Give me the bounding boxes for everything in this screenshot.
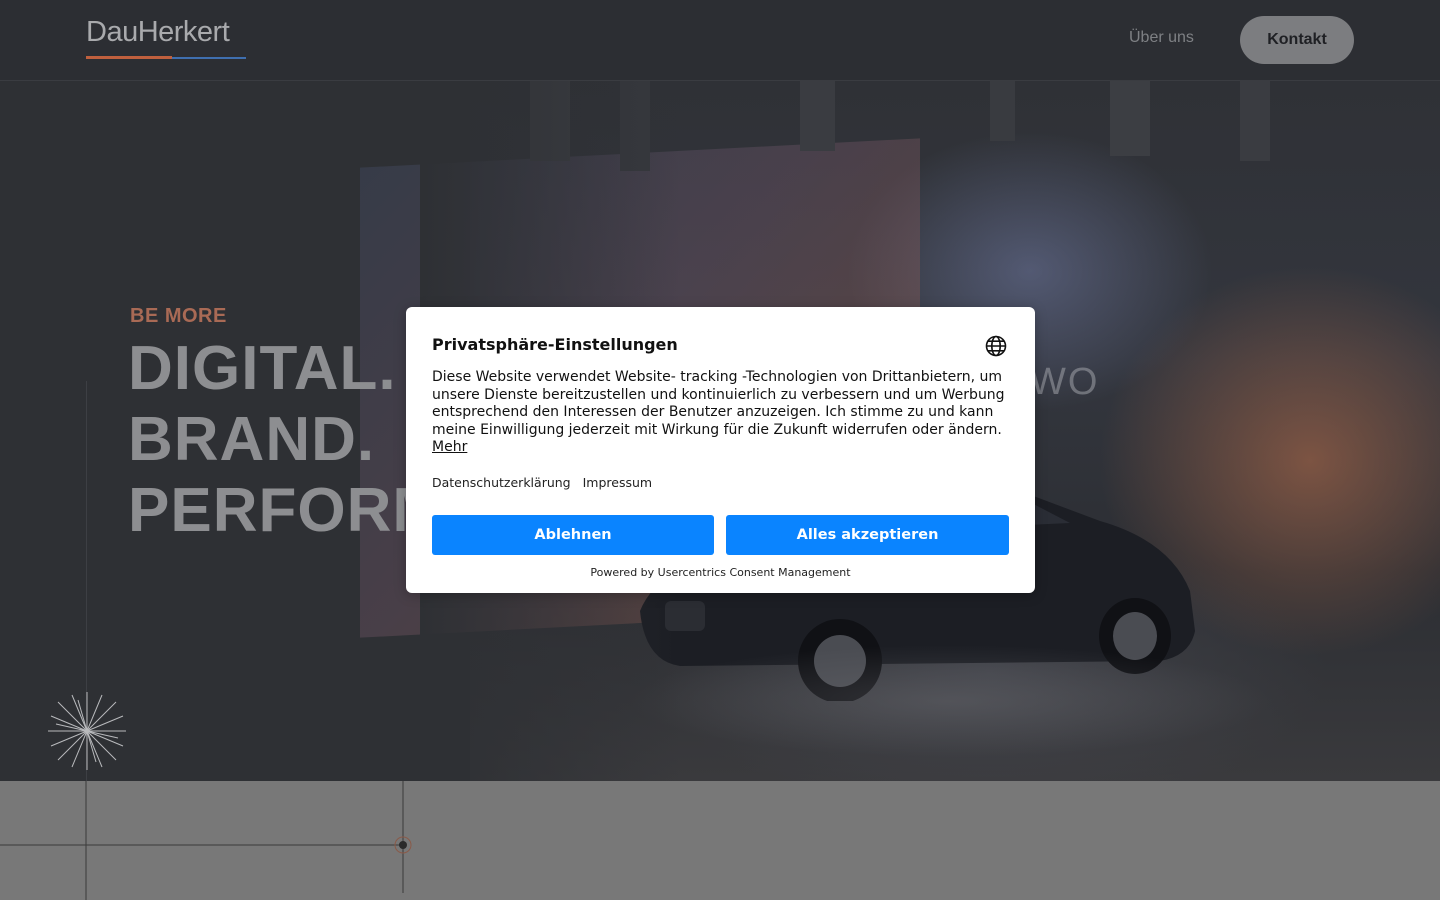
consent-title: Privatsphäre-Einstellungen — [432, 335, 678, 354]
consent-dialog: Privatsphäre-Einstellungen Diese Website… — [406, 307, 1035, 593]
accept-all-button[interactable]: Alles akzeptieren — [726, 515, 1009, 555]
consent-legal-links: Datenschutzerklärung Impressum — [432, 475, 652, 490]
powered-by-note: Powered by Usercentrics Consent Manageme… — [590, 566, 851, 579]
privacy-policy-link[interactable]: Datenschutzerklärung — [432, 475, 571, 490]
consent-description: Diese Website verwendet Website- trackin… — [432, 369, 1012, 457]
deny-button[interactable]: Ablehnen — [432, 515, 714, 555]
imprint-link[interactable]: Impressum — [583, 475, 652, 490]
more-link[interactable]: Mehr — [432, 439, 467, 455]
consent-description-text: Diese Website verwendet Website- trackin… — [432, 369, 1005, 438]
globe-icon — [985, 335, 1007, 357]
language-button[interactable] — [984, 334, 1008, 358]
